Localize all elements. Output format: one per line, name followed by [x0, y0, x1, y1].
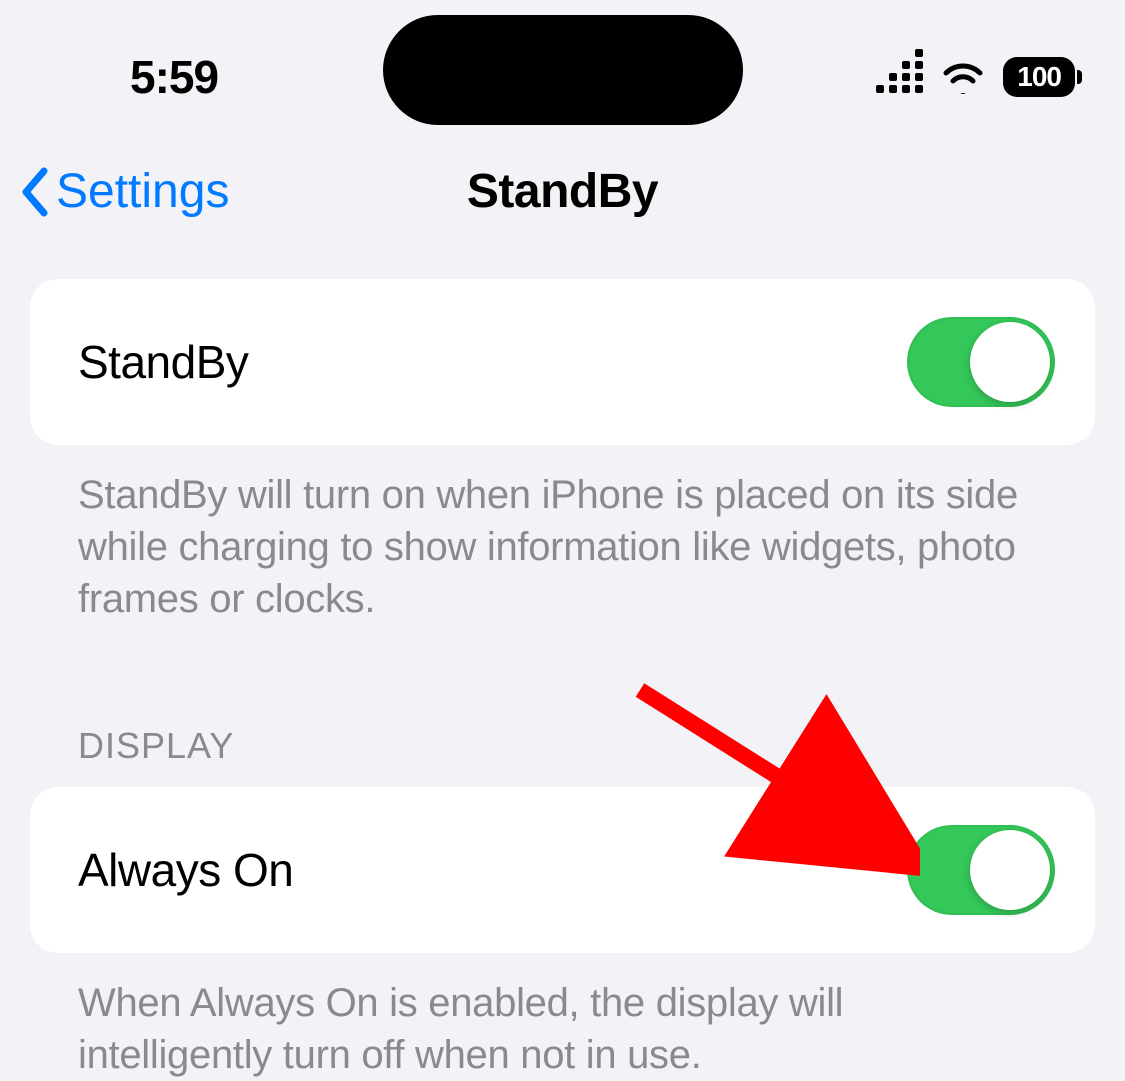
display-section: DISPLAY Always On When Always On is enab…: [0, 725, 1125, 1081]
display-section-header: DISPLAY: [30, 725, 1095, 787]
status-time: 5:59: [130, 50, 218, 104]
always-on-footer: When Always On is enabled, the display w…: [30, 953, 1095, 1081]
standby-row: StandBy: [30, 279, 1095, 445]
wifi-icon: [941, 60, 985, 94]
always-on-row: Always On: [30, 787, 1095, 953]
standby-toggle[interactable]: [907, 317, 1055, 407]
toggle-knob: [970, 830, 1050, 910]
back-label: Settings: [56, 164, 229, 219]
always-on-label: Always On: [78, 843, 293, 897]
standby-section: StandBy StandBy will turn on when iPhone…: [0, 279, 1125, 625]
cellular-icon: [876, 61, 923, 93]
always-on-toggle[interactable]: [907, 825, 1055, 915]
chevron-left-icon: [20, 167, 50, 217]
battery-icon: 100: [1003, 57, 1075, 97]
standby-footer: StandBy will turn on when iPhone is plac…: [30, 445, 1095, 625]
back-button[interactable]: Settings: [20, 164, 229, 219]
nav-header: Settings StandBy: [0, 134, 1125, 279]
toggle-knob: [970, 322, 1050, 402]
battery-percent: 100: [1017, 61, 1061, 92]
dynamic-island: [383, 15, 743, 125]
page-title: StandBy: [467, 164, 658, 219]
standby-label: StandBy: [78, 335, 248, 389]
status-bar: 5:59 100: [0, 0, 1125, 134]
